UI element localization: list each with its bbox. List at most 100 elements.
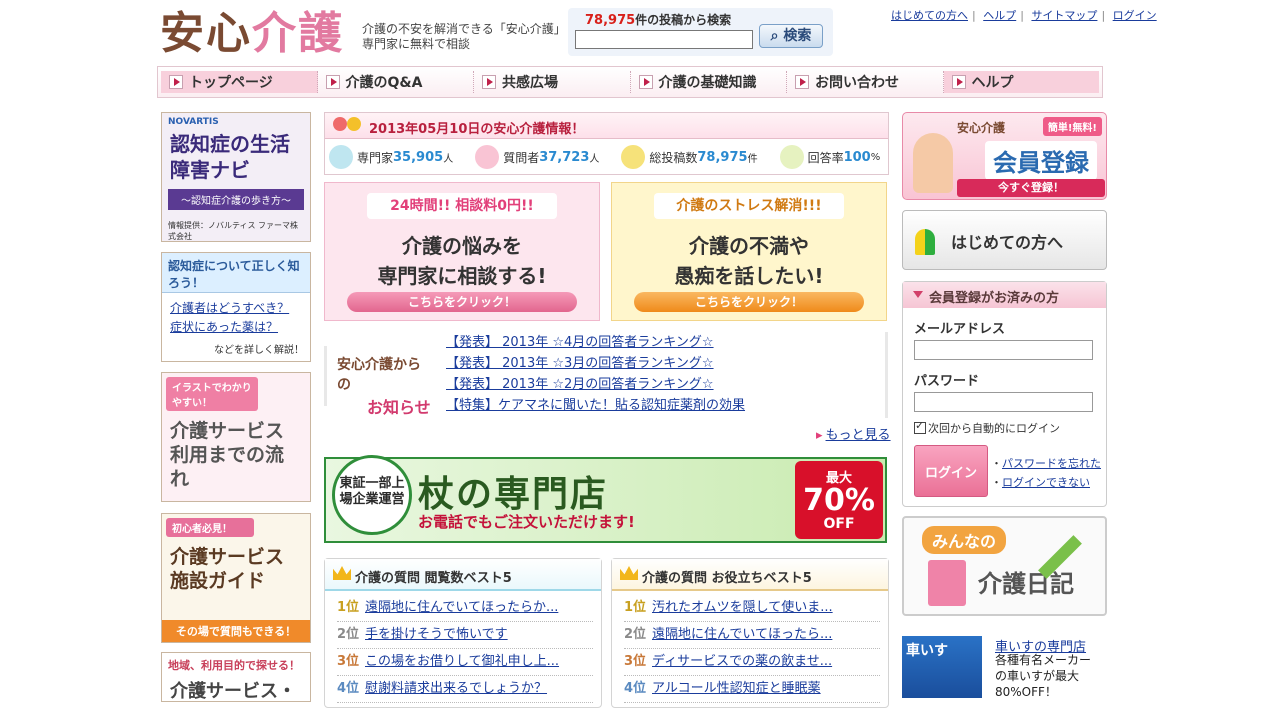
banner-credit: 情報提供：ノバルティス ファーマ株式会社 <box>168 221 299 241</box>
ranking-question-link[interactable]: アルコール性認知症と睡眠薬 <box>652 676 821 702</box>
ranking-question-link[interactable]: 遠隔地に住んでいてほったら... <box>652 622 832 648</box>
tulip-icon <box>333 117 347 131</box>
ranking-title: 介護の質問 閲覧数ベスト5 <box>355 571 512 586</box>
ranking-row: 2位 遠隔地に住んでいてほったら... <box>624 622 880 649</box>
site-tagline: 介護の不安を解消できる「安心介護」専門家に無料で相談 <box>362 22 560 51</box>
banner-title: 認知症の生活障害ナビ <box>170 132 290 182</box>
nav-label: 共感広場 <box>502 75 558 91</box>
ranking-question-link[interactable]: この場をお借りして御礼申し上... <box>365 649 559 675</box>
stat-unit: 件 <box>747 153 758 165</box>
banner-heading: イラストでわかりやすい！ <box>166 377 258 411</box>
nav-qa[interactable]: 介護のQ&A <box>318 71 474 93</box>
promo-line1: 介護の不満や <box>689 234 809 258</box>
cant-login-link[interactable]: ログインできない <box>1002 476 1090 489</box>
arrow-icon <box>482 75 496 89</box>
more-news-link[interactable]: もっと見る <box>816 424 891 443</box>
news-item[interactable]: 【特集】ケアマネに聞いた！貼る認知症薬剤の効果 <box>446 395 885 416</box>
search-button[interactable]: ⌕ 検索 <box>759 24 823 48</box>
ranking-question-link[interactable]: ディサービスでの薬の飲ませ... <box>652 649 832 675</box>
stat-value: 78,975 <box>697 149 748 165</box>
nav-basics[interactable]: 介護の基礎知識 <box>631 71 787 93</box>
post-count: 78,975 <box>585 13 636 28</box>
login-panel: 会員登録がお済みの方 メールアドレス パスワード 次回から自動的にログイン ログ… <box>902 281 1107 507</box>
stat-value: 35,905 <box>393 149 444 165</box>
login-button[interactable]: ログイン <box>914 445 988 497</box>
ranking-question-link[interactable]: 遠隔地に住んでいてほったらか... <box>365 595 558 621</box>
nav-label: 介護のQ&A <box>345 75 423 91</box>
caregiver-link[interactable]: 介護者はどうすべき？ <box>170 301 289 315</box>
dementia-navi-banner[interactable]: NOVARTIS 認知症の生活障害ナビ 〜認知症介護の歩き方〜 情報提供：ノバル… <box>161 112 311 242</box>
facility-guide-banner[interactable]: 初心者必見！ 介護サービス施設ガイド その場で質問もできる！ <box>161 513 311 643</box>
lightbulb-icon <box>779 145 804 169</box>
vent-click-button[interactable]: こちらをクリック！ <box>634 292 864 312</box>
wheelchair-image[interactable]: 車いす <box>902 636 982 698</box>
question-icon <box>621 145 646 169</box>
views-ranking-panel: 介護の質問 閲覧数ベスト5 1位 遠隔地に住んでいてほったらか... 2位 手を掛け… <box>324 558 602 708</box>
nav-label: お問い合わせ <box>815 75 899 91</box>
consult-expert-banner[interactable]: 24時間!! 相談料0円!! 介護の悩みを 専門家に相談する! こちらをクリック！ <box>324 182 600 321</box>
ranking-row: 2位 手を掛けそうで怖いです <box>337 622 593 649</box>
toplink-first-time[interactable]: はじめての方へ <box>891 9 968 22</box>
toplink-sitemap[interactable]: サイトマップ <box>1031 9 1097 22</box>
nav-top[interactable]: トップページ <box>161 71 318 93</box>
email-field[interactable] <box>914 340 1093 360</box>
login-help-links: ・パスワードを忘れた ・ログインできない <box>991 457 1101 489</box>
stat-value: 100 <box>843 149 871 165</box>
banner-heading: 認知症について正しく知ろう！ <box>162 253 310 293</box>
promo-head: 介護のストレス解消!!! <box>654 193 844 219</box>
search-input[interactable] <box>575 30 753 49</box>
toplink-separator: | <box>1020 9 1024 22</box>
nav-label: 介護の基礎知識 <box>658 75 757 91</box>
news-item[interactable]: 【発表】 2013年 ☆3月の回答者ランキング☆ <box>446 353 885 374</box>
auto-login-row: 次回から自動的にログイン <box>903 412 1106 436</box>
stat-label: 回答率 <box>807 150 844 165</box>
news-list: 【発表】 2013年 ☆4月の回答者ランキング☆ 【発表】 2013年 ☆3月の… <box>446 332 888 418</box>
stat-unit: 人 <box>589 153 600 165</box>
service-search-banner[interactable]: 地域、利用目的で探せる！ 介護サービス・ <box>161 652 311 702</box>
rank-position: 1位 <box>337 600 360 615</box>
ranking-row: 4位 慰謝料請求出来るでしょうか？ <box>337 676 593 703</box>
toplink-separator: | <box>972 9 976 22</box>
stat-label: 総投稿数 <box>649 150 698 165</box>
arrow-icon <box>325 75 340 89</box>
stat-unit: % <box>870 151 881 163</box>
ranking-title: 介護の質問 お役立ちベスト5 <box>642 571 812 586</box>
arrow-icon <box>638 75 653 89</box>
ranking-question-link[interactable]: 慰謝料請求出来るでしょうか？ <box>365 676 547 702</box>
arrow-icon <box>951 75 966 89</box>
news-label-bottom: お知らせ <box>367 398 431 417</box>
first-time-banner[interactable]: はじめての方へ <box>902 210 1107 270</box>
caregiver-illustration <box>913 133 953 193</box>
news-item[interactable]: 【発表】 2013年 ☆2月の回答者ランキング☆ <box>446 374 885 395</box>
promo-head: 24時間!! 相談料0円!! <box>367 193 557 219</box>
password-field[interactable] <box>914 392 1093 412</box>
rank-position: 4位 <box>624 681 647 696</box>
member-signup-banner[interactable]: 安心介護 簡単!無料! 会員登録 今すぐ登録！ <box>902 112 1107 200</box>
forgot-password-link[interactable]: パスワードを忘れた <box>1002 457 1101 470</box>
banner-title: 介護サービス施設ガイド <box>170 546 285 592</box>
signup-now-button[interactable]: 今すぐ登録！ <box>957 179 1105 197</box>
rank-position: 1位 <box>624 600 647 615</box>
toplink-help[interactable]: ヘルプ <box>983 9 1016 22</box>
helpful-ranking-panel: 介護の質問 お役立ちベスト5 1位 汚れたオムツを隠して使いま... 2位 遠隔地に… <box>611 558 889 708</box>
site-logo[interactable]: 安心介護 <box>160 8 344 60</box>
care-diary-banner[interactable]: みんなの 介護日記 <box>902 516 1107 616</box>
info-title: 2013年05月10日の安心介護情報！ <box>325 113 888 139</box>
nav-empathy[interactable]: 共感広場 <box>474 71 631 93</box>
ranking-question-link[interactable]: 汚れたオムツを隠して使いま... <box>652 595 833 621</box>
auto-login-checkbox[interactable] <box>914 419 926 434</box>
consult-click-button[interactable]: こちらをクリック！ <box>347 292 577 312</box>
news-item[interactable]: 【発表】 2013年 ☆4月の回答者ランキング☆ <box>446 332 885 353</box>
nav-help[interactable]: ヘルプ <box>943 71 1099 93</box>
cane-phone-order: お電話でもご注文いただけます! <box>418 513 635 531</box>
service-flow-banner[interactable]: イラストでわかりやすい！ 介護サービス利用までの流れ <box>161 372 311 502</box>
ranking-question-link[interactable]: 手を掛けそうで怖いです <box>365 622 508 648</box>
info-title-text: 2013年05月10日の安心介護情報！ <box>369 122 585 137</box>
cane-shop-banner[interactable]: 東証一部上場企業運営 杖の専門店 お電話でもご注文いただけます! 最大 70% … <box>324 455 887 543</box>
vent-stress-banner[interactable]: 介護のストレス解消!!! 介護の不満や 愚痴を話したい! こちらをクリック！ <box>611 182 887 321</box>
ranking-row: 1位 遠隔地に住んでいてほったらか... <box>337 595 593 622</box>
toplink-login[interactable]: ログイン <box>1113 9 1157 22</box>
medicine-link[interactable]: 症状にあった薬は？ <box>170 320 278 334</box>
promo-line2: 専門家に相談する! <box>377 264 547 288</box>
nav-contact[interactable]: お問い合わせ <box>787 71 944 93</box>
